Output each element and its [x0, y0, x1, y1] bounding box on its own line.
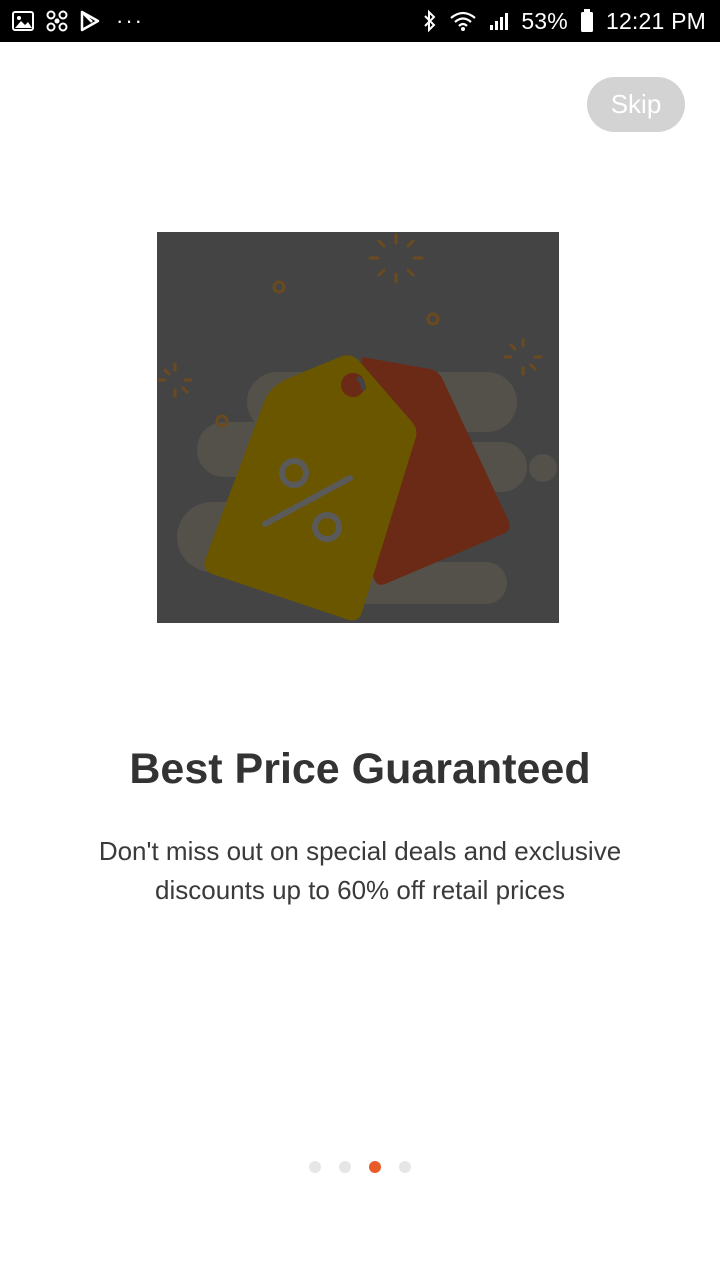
- page-description: Don't miss out on special deals and excl…: [60, 832, 660, 910]
- price-tags-icon: [157, 233, 557, 621]
- page-title: Best Price Guaranteed: [129, 745, 591, 793]
- page-dot-2[interactable]: [339, 1161, 351, 1173]
- bluetooth-icon: [423, 9, 437, 33]
- page-indicator: [0, 1161, 720, 1173]
- page-dot-1[interactable]: [309, 1161, 321, 1173]
- signal-icon: [489, 11, 509, 31]
- page-dot-4[interactable]: [399, 1161, 411, 1173]
- clock: 12:21 PM: [605, 7, 706, 34]
- skip-button[interactable]: Skip: [587, 77, 685, 132]
- fan-icon: [46, 10, 68, 32]
- gallery-icon: [12, 11, 34, 31]
- status-bar: ··· 53% 12:21 PM: [0, 0, 720, 42]
- status-bar-left: ···: [12, 8, 144, 34]
- battery-percent: 53%: [521, 7, 568, 34]
- wifi-icon: [449, 10, 477, 32]
- play-store-icon: [80, 10, 100, 32]
- description-line-2: discounts up to 60% off retail prices: [155, 875, 565, 905]
- status-bar-right: 53% 12:21 PM: [423, 8, 706, 35]
- more-notifications-indicator: ···: [116, 8, 144, 33]
- page-dot-3-active[interactable]: [369, 1161, 381, 1173]
- onboarding-illustration: [157, 232, 559, 623]
- description-line-1: Don't miss out on special deals and excl…: [98, 836, 622, 866]
- battery-icon: [580, 9, 594, 33]
